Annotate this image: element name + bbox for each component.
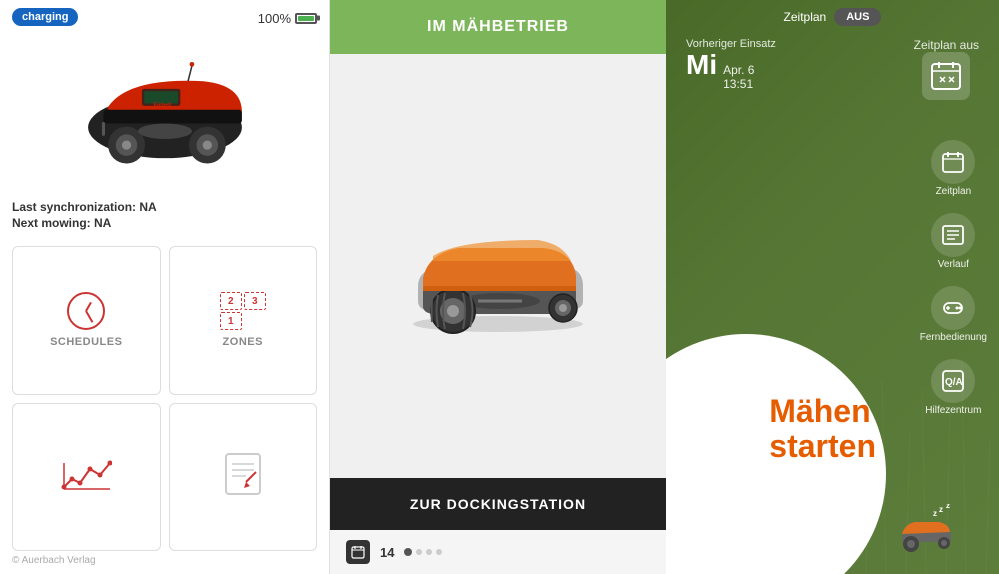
zones-card[interactable]: 2 3 1 ZONES	[169, 246, 318, 395]
dock-button[interactable]: ZUR DOCKINGSTATION	[330, 478, 666, 530]
svg-text:Einhell: Einhell	[153, 103, 171, 109]
mower-svg: Einhell	[65, 47, 265, 177]
svg-text:z: z	[933, 509, 937, 518]
svg-text:z: z	[946, 504, 950, 510]
hilfezentrum-side-icon: Q/A	[931, 359, 975, 403]
dot-3	[426, 549, 432, 555]
menu-bottom-label: Menü	[718, 543, 743, 554]
page-dots	[404, 548, 442, 556]
hilfe-bottom-label: Hilfezentrum	[796, 543, 852, 554]
maehen-line1: Mähen	[769, 394, 876, 429]
gamepad-icon	[942, 297, 964, 319]
clock-icon	[67, 292, 105, 330]
hilfe-bottom-item[interactable]: Q/A Hilfezentrum	[796, 497, 852, 554]
copyright: © Auerbach Verlag	[12, 555, 317, 570]
hilfe-bottom-icon: Q/A	[802, 497, 846, 541]
verlauf-side-label: Verlauf	[938, 259, 969, 270]
menu-icon	[718, 507, 742, 531]
right-panel: Zeitplan AUS Vorheriger Einsatz Mi Apr. …	[666, 0, 999, 574]
maehen-line2: starten	[769, 429, 876, 464]
aus-toggle[interactable]: AUS	[834, 8, 881, 26]
left-panel: charging 100%	[0, 0, 330, 574]
date-text: Apr. 6	[723, 63, 754, 77]
page-indicator: 14	[330, 530, 666, 574]
svg-text:z: z	[939, 505, 943, 514]
mower-side-svg	[388, 196, 608, 336]
status-header: IM MÄHBETRIEB	[330, 0, 666, 54]
mow-info: Next mowing: NA	[12, 216, 317, 230]
time-text: 13:51	[723, 77, 754, 91]
battery-row: 100%	[258, 11, 317, 26]
mower-card	[330, 54, 666, 478]
menu-bottom-icon	[708, 497, 752, 541]
prev-einsatz-block: Vorheriger Einsatz Mi Apr. 6 13:51	[686, 38, 776, 100]
notes-icon	[224, 452, 262, 496]
zone-cell-3: 3	[244, 292, 266, 310]
verlauf-side-item[interactable]: Verlauf	[920, 213, 987, 270]
calendar-aus-icon	[922, 52, 970, 100]
day-text: Mi	[686, 50, 717, 81]
chart-icon	[60, 455, 112, 493]
zone-cell-2: 2	[220, 292, 242, 310]
grid-cards: SCHEDULES 2 3 1 ZONES	[12, 246, 317, 551]
dot-2	[416, 549, 422, 555]
qa-icon: Q/A	[942, 370, 964, 392]
schedule-label: Zeitplan aus	[914, 38, 979, 52]
hilfezentrum-side-label: Hilfezentrum	[925, 405, 981, 416]
zones-label: ZONES	[223, 336, 263, 348]
qa-bottom-icon: Q/A	[812, 507, 836, 531]
calendar-small-icon	[351, 545, 365, 559]
sleep-bottom-item: z z z	[897, 504, 957, 554]
zone-cell-1: 1	[220, 312, 242, 330]
clock-hand-minute	[85, 311, 93, 323]
battery-fill	[298, 16, 314, 21]
zeitplan-aus-block: Zeitplan aus	[914, 38, 979, 100]
svg-text:Q/A: Q/A	[945, 377, 963, 388]
page-icon	[346, 540, 370, 564]
chart-card[interactable]	[12, 403, 161, 552]
zeitplan-side-item[interactable]: Zeitplan	[920, 140, 987, 197]
notes-card[interactable]	[169, 403, 318, 552]
mower-image: Einhell	[12, 32, 317, 192]
info-row: Vorheriger Einsatz Mi Apr. 6 13:51 Zeitp…	[666, 34, 999, 100]
dot-1	[404, 548, 412, 556]
charging-badge: charging	[12, 8, 78, 26]
fernbedienung-side-item[interactable]: Fernbedienung	[920, 286, 987, 343]
battery-icon	[295, 13, 317, 24]
sync-info: Last synchronization: NA	[12, 200, 317, 214]
fernbedienung-side-label: Fernbedienung	[920, 332, 987, 343]
bottom-icons: Menü Q/A Hilfezentrum z	[666, 497, 999, 554]
hilfezentrum-side-item[interactable]: Q/A Hilfezentrum	[920, 359, 987, 416]
schedules-label: SCHEDULES	[50, 336, 122, 348]
side-icons: Zeitplan Verlauf	[920, 140, 987, 416]
menu-bottom-item[interactable]: Menü	[708, 497, 752, 554]
top-bar: Zeitplan AUS	[666, 0, 999, 34]
maehen-text: Mähen starten	[689, 374, 876, 464]
dot-4	[436, 549, 442, 555]
calendar-icon	[930, 60, 962, 92]
battery-pct: 100%	[258, 11, 291, 26]
zeitplan-side-icon	[931, 140, 975, 184]
page-num: 14	[380, 545, 394, 560]
zone-icon: 2 3 1	[220, 292, 266, 330]
list-icon	[942, 224, 964, 246]
fernbedienung-side-icon	[931, 286, 975, 330]
zone-cell-empty	[244, 312, 266, 330]
schedules-card[interactable]: SCHEDULES	[12, 246, 161, 395]
svg-text:Q/A: Q/A	[815, 515, 832, 525]
zeitplan-label: Zeitplan	[784, 10, 827, 24]
middle-panel: IM MÄHBETRIEB	[330, 0, 666, 574]
verlauf-side-icon	[931, 213, 975, 257]
calendar-side-icon	[942, 151, 964, 173]
zeitplan-side-label: Zeitplan	[936, 186, 972, 197]
sleep-mower-icon: z z z	[897, 504, 957, 554]
